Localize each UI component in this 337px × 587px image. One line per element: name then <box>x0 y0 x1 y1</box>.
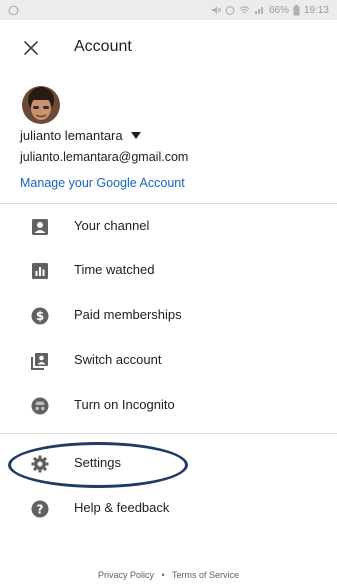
footer-separator: • <box>161 570 165 580</box>
status-bar: 66% 19:13 <box>0 0 337 20</box>
divider <box>0 203 337 204</box>
signal-icon <box>254 7 263 14</box>
menu-item-label: Paid memberships <box>74 307 182 322</box>
battery-icon <box>293 4 300 15</box>
privacy-policy-link[interactable]: Privacy Policy <box>98 570 154 580</box>
wifi-icon <box>239 6 250 14</box>
gear-icon <box>31 455 49 473</box>
switch-account-icon <box>31 353 48 370</box>
dropdown-arrow-icon <box>130 132 141 139</box>
footer: Privacy Policy • Terms of Service <box>0 570 337 580</box>
menu-item-time-watched[interactable]: Time watched <box>0 251 337 291</box>
account-selector[interactable]: julianto lemantara <box>20 128 141 143</box>
terms-of-service-link[interactable]: Terms of Service <box>172 570 239 580</box>
avatar-image <box>22 86 60 124</box>
svg-text:?: ? <box>37 502 44 516</box>
bar-chart-icon <box>32 263 48 279</box>
channel-icon <box>32 219 48 235</box>
page-title: Account <box>74 38 132 55</box>
menu-item-your-channel[interactable]: Your channel <box>0 207 337 247</box>
account-name: julianto lemantara <box>20 128 123 143</box>
manage-account-link[interactable]: Manage your Google Account <box>20 176 185 190</box>
dollar-icon: $ <box>31 307 49 325</box>
menu-item-switch-account[interactable]: Switch account <box>0 341 337 381</box>
status-time: 19:13 <box>303 4 329 16</box>
status-right: 66% 19:13 <box>211 4 329 16</box>
menu-item-incognito[interactable]: Turn on Incognito <box>0 386 337 426</box>
help-icon: ? <box>31 500 49 518</box>
menu-item-help-feedback[interactable]: ? Help & feedback <box>0 489 337 529</box>
incognito-icon <box>31 397 49 415</box>
menu-item-label: Switch account <box>74 352 162 367</box>
menu-item-label: Help & feedback <box>74 500 170 515</box>
menu-item-label: Settings <box>74 455 121 470</box>
mute-icon <box>211 6 221 14</box>
status-left <box>8 5 19 16</box>
battery-percent: 66% <box>268 4 289 16</box>
menu-item-label: Time watched <box>74 262 155 277</box>
menu-item-paid-memberships[interactable]: $ Paid memberships <box>0 296 337 336</box>
menu-item-label: Your channel <box>74 218 150 233</box>
menu-item-settings[interactable]: Settings <box>0 444 337 484</box>
account-email: julianto.lemantara@gmail.com <box>20 150 189 164</box>
svg-text:$: $ <box>36 309 44 323</box>
divider <box>0 433 337 434</box>
close-icon[interactable] <box>20 37 42 59</box>
account-header: Account <box>0 28 337 68</box>
notification-icon <box>8 5 19 15</box>
alarm-icon <box>225 6 235 15</box>
menu-item-label: Turn on Incognito <box>74 397 175 412</box>
avatar[interactable] <box>22 86 60 124</box>
